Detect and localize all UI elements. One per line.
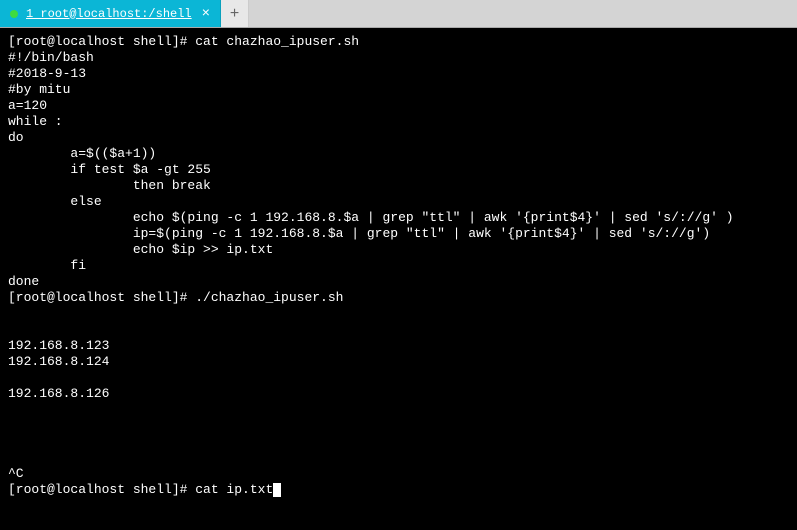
terminal-line: then break	[8, 178, 211, 193]
terminal-line: if test $a -gt 255	[8, 162, 211, 177]
terminal-line: echo $ip >> ip.txt	[8, 242, 273, 257]
terminal-line: do	[8, 130, 24, 145]
terminal-line: [root@localhost shell]# cat ip.txt	[8, 482, 273, 497]
terminal-line: 192.168.8.124	[8, 354, 109, 369]
terminal-line: #by mitu	[8, 82, 70, 97]
terminal-cursor	[273, 483, 281, 497]
terminal-line: echo $(ping -c 1 192.168.8.$a | grep "tt…	[8, 210, 734, 225]
terminal-line: [root@localhost shell]# cat chazhao_ipus…	[8, 34, 359, 49]
terminal-line: 192.168.8.126	[8, 386, 109, 401]
terminal-line: #2018-9-13	[8, 66, 86, 81]
terminal-line: #!/bin/bash	[8, 50, 94, 65]
terminal-line: while :	[8, 114, 63, 129]
terminal-line: done	[8, 274, 39, 289]
tab-bar: 1 root@localhost:/shell × +	[0, 0, 797, 28]
terminal-line: a=$(($a+1))	[8, 146, 156, 161]
terminal-line: ip=$(ping -c 1 192.168.8.$a | grep "ttl"…	[8, 226, 710, 241]
terminal-line: 192.168.8.123	[8, 338, 109, 353]
terminal-output[interactable]: [root@localhost shell]# cat chazhao_ipus…	[0, 28, 797, 530]
new-tab-button[interactable]: +	[221, 0, 249, 27]
close-icon[interactable]: ×	[200, 7, 212, 21]
terminal-line: ^C	[8, 466, 24, 481]
tab-active[interactable]: 1 root@localhost:/shell ×	[0, 0, 221, 27]
terminal-line: fi	[8, 258, 86, 273]
terminal-line: [root@localhost shell]# ./chazhao_ipuser…	[8, 290, 343, 305]
tab-title: 1 root@localhost:/shell	[26, 7, 192, 21]
connection-status-icon	[10, 10, 18, 18]
terminal-line: a=120	[8, 98, 47, 113]
terminal-line: else	[8, 194, 102, 209]
